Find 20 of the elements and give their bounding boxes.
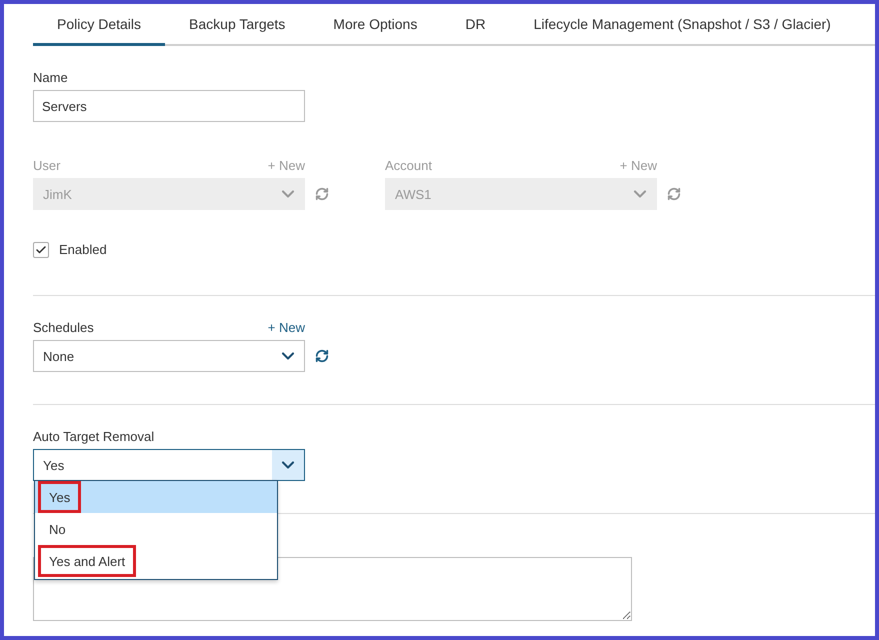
field-label: User bbox=[33, 158, 60, 174]
select-field[interactable]: None bbox=[33, 340, 305, 372]
tab[interactable]: Policy Details bbox=[33, 4, 166, 46]
checkbox[interactable] bbox=[33, 242, 49, 258]
dropdown-option[interactable]: Yes and Alert bbox=[35, 545, 277, 577]
tab[interactable]: DR bbox=[441, 4, 510, 46]
dropdown-option[interactable]: Yes bbox=[35, 481, 277, 513]
tab[interactable]: More Options bbox=[309, 4, 442, 46]
field-label: Name bbox=[33, 70, 69, 86]
new-link[interactable]: + New bbox=[268, 320, 305, 336]
tab[interactable]: Lifecycle Management (Snapshot / S3 / Glacier) bbox=[510, 4, 855, 46]
dropdown-option[interactable]: No bbox=[35, 513, 277, 545]
check-icon bbox=[35, 244, 47, 256]
refresh-icon[interactable] bbox=[315, 349, 329, 363]
tab[interactable]: Backup Targets bbox=[165, 4, 310, 46]
name-field[interactable]: Servers bbox=[33, 90, 305, 122]
field-label: Auto Target Removal bbox=[33, 429, 156, 445]
field-label: Account bbox=[385, 158, 432, 174]
field-label: Schedules bbox=[33, 320, 94, 336]
checkbox-label: Enabled bbox=[59, 242, 107, 258]
